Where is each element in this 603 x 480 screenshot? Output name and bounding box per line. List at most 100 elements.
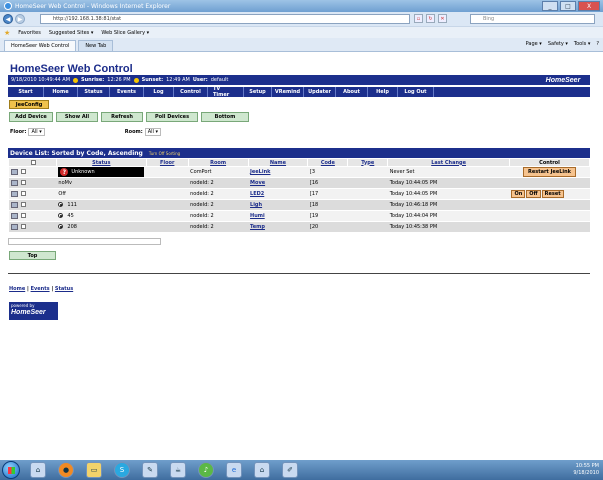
top-button[interactable]: Top [9, 251, 56, 260]
row-checkbox[interactable] [20, 191, 26, 197]
stop-icon[interactable]: ✕ [438, 14, 447, 23]
fav-web-slice-gallery[interactable]: Web Slice Gallery ▾ [101, 30, 149, 36]
clock-date: 9/18/2010 [573, 470, 599, 476]
name-cell: LED2 [248, 188, 308, 200]
address-bar-row: ◀ ▶ http://192.168.1.38:81/stat ▫ ↻ ✕ Bi… [0, 12, 603, 26]
floor-select[interactable]: All ▾ [28, 128, 45, 136]
powered-by-logo[interactable]: powered by HomeSeer [9, 302, 58, 320]
homeseer-icon[interactable]: ⌂ [254, 462, 270, 478]
row-checkbox[interactable] [20, 180, 26, 186]
reset-button[interactable]: Reset [541, 190, 564, 198]
tools-menu[interactable]: Tools ▾ [574, 41, 590, 47]
fav-suggested-sites[interactable]: Suggested Sites ▾ [49, 30, 93, 36]
search-input[interactable]: Bing [470, 14, 595, 24]
jeeconfig-button[interactable]: JeeConfig [9, 100, 49, 109]
menu-home[interactable]: Home [44, 87, 78, 97]
notepad-icon[interactable]: ✎ [142, 462, 158, 478]
minimize-button[interactable]: _ [542, 1, 558, 11]
menu-updater[interactable]: Updater [304, 87, 336, 97]
footer-home-link[interactable]: Home [9, 286, 25, 292]
safety-menu[interactable]: Safety ▾ [548, 41, 568, 47]
footer-events-link[interactable]: Events [31, 286, 50, 292]
device-properties-icon[interactable] [10, 223, 18, 230]
col-status[interactable]: Status [55, 158, 147, 167]
device-properties-icon[interactable] [10, 212, 18, 219]
compat-view-icon[interactable]: ▫ [414, 14, 423, 23]
device-properties-icon[interactable] [10, 201, 18, 208]
help-menu[interactable]: ? [596, 41, 599, 47]
search-placeholder: Bing [483, 16, 495, 22]
device-name-link[interactable]: Ligh [250, 202, 262, 208]
menu-control[interactable]: Control [174, 87, 208, 97]
menu-about[interactable]: About [336, 87, 368, 97]
poll-devices-button[interactable]: Poll Devices [146, 112, 198, 122]
address-input[interactable]: http://192.168.1.38:81/stat [40, 14, 410, 24]
row-checkbox[interactable] [20, 224, 26, 230]
col-name[interactable]: Name [247, 158, 309, 167]
turn-off-sorting-link[interactable]: Turn Off Sorting [149, 151, 180, 156]
last-change-cell: Today 10:44:05 PM [387, 188, 510, 200]
network-icon[interactable]: ⌂ [30, 462, 46, 478]
on-button[interactable]: On [511, 190, 526, 198]
favorites-star-icon[interactable]: ★ [4, 29, 10, 37]
col-code[interactable]: Code [307, 158, 349, 167]
device-name-link[interactable]: Temp [250, 224, 265, 230]
close-button[interactable]: X [578, 1, 600, 11]
paint-icon[interactable]: ✐ [282, 462, 298, 478]
device-properties-icon[interactable] [10, 190, 18, 197]
floor-cell [146, 210, 189, 222]
internet-explorer-icon[interactable]: e [226, 462, 242, 478]
back-button[interactable]: ◀ [3, 14, 13, 24]
row-checkbox[interactable] [20, 213, 26, 219]
device-properties-icon[interactable] [10, 179, 18, 186]
refresh-icon[interactable]: ↻ [426, 14, 435, 23]
bottom-button[interactable]: Bottom [201, 112, 249, 122]
device-name-link[interactable]: LED2 [250, 191, 264, 197]
col-room[interactable]: Room [187, 158, 249, 167]
java-icon[interactable]: ☕ [170, 462, 186, 478]
menu-logout[interactable]: Log Out [398, 87, 434, 97]
skype-icon[interactable]: S [114, 462, 130, 478]
refresh-button[interactable]: Refresh [101, 112, 143, 122]
menu-status[interactable]: Status [78, 87, 110, 97]
tab-homeseer[interactable]: HomeSeer Web Control [4, 40, 77, 51]
footer-status-link[interactable]: Status [55, 286, 73, 292]
maximize-button[interactable]: □ [560, 1, 576, 11]
select-all-checkbox[interactable] [31, 159, 37, 165]
control-cell [509, 210, 590, 222]
device-name-link[interactable]: JeeLink [250, 169, 270, 175]
spotify-icon[interactable]: ♪ [198, 462, 214, 478]
menu-tv-timer[interactable]: TV Timer [208, 86, 244, 98]
name-cell: JeeLink [248, 166, 308, 178]
start-button[interactable] [2, 461, 20, 479]
menu-setup[interactable]: Setup [244, 87, 272, 97]
show-all-button[interactable]: Show All [56, 112, 98, 122]
menu-start[interactable]: Start [8, 87, 44, 97]
device-name-link[interactable]: Move [250, 180, 265, 186]
off-button[interactable]: Off [526, 190, 541, 198]
system-tray: 10:55 PM 9/18/2010 [573, 463, 599, 477]
page-menu[interactable]: Page ▾ [526, 41, 542, 47]
row-checkbox[interactable] [20, 169, 26, 175]
row-checkbox[interactable] [20, 202, 26, 208]
restart-jeelink-button[interactable]: Restart JeeLink [522, 167, 576, 177]
device-name-link[interactable]: Humi [250, 213, 265, 219]
col-type[interactable]: Type [347, 158, 389, 167]
forward-button[interactable]: ▶ [15, 14, 25, 24]
tab-new[interactable]: New Tab [78, 40, 114, 51]
menu-help[interactable]: Help [368, 87, 398, 97]
room-select[interactable]: All ▾ [144, 128, 162, 136]
favorites-button[interactable]: Favorites [18, 30, 41, 36]
powered-logo-text: HomeSeer [11, 309, 46, 316]
menu-events[interactable]: Events [110, 87, 144, 97]
footer-links: Home | Events | Status [9, 286, 73, 292]
menu-log[interactable]: Log [144, 87, 174, 97]
horizontal-scrollbar[interactable] [8, 238, 161, 245]
col-floor[interactable]: Floor [145, 158, 189, 167]
menu-vremind[interactable]: VRemind [272, 87, 304, 97]
firefox-icon[interactable]: ● [58, 462, 74, 478]
device-properties-icon[interactable] [10, 168, 18, 175]
col-last-change[interactable]: Last Change [387, 158, 510, 167]
add-device-button[interactable]: Add Device [9, 112, 53, 122]
folder-icon[interactable]: ▭ [86, 462, 102, 478]
